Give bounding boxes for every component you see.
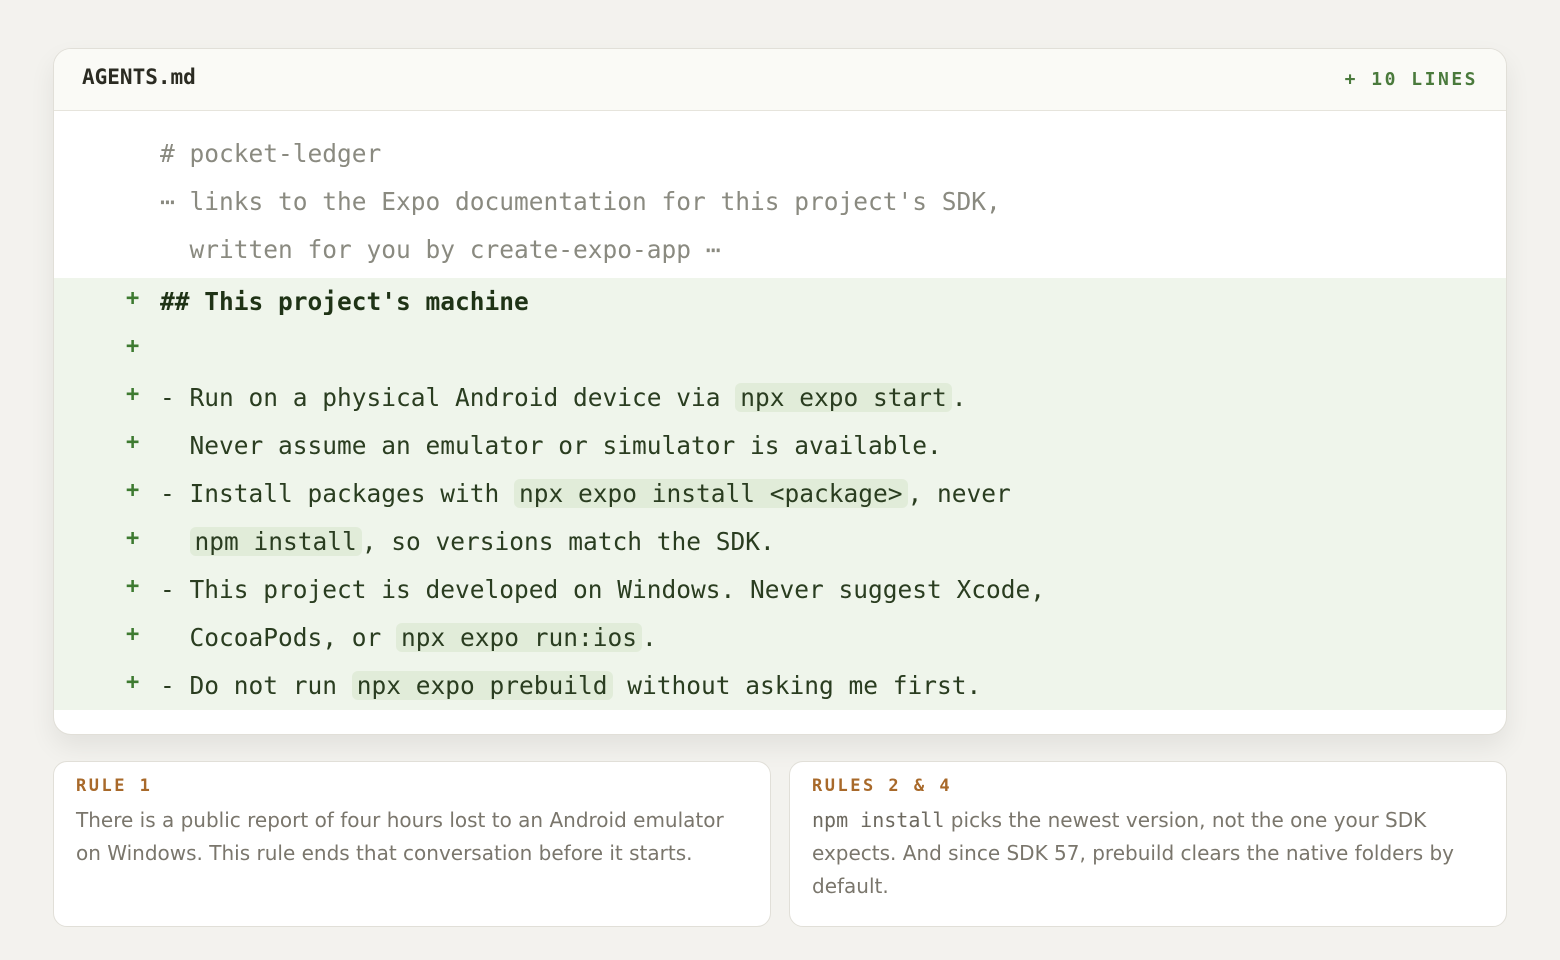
context-line: ⋯ links to the Expo documentation for th… xyxy=(54,177,1506,225)
note-body: There is a public report of four hours l… xyxy=(76,808,724,865)
line-text: - Install packages with xyxy=(160,479,515,508)
added-line: + xyxy=(54,326,1506,374)
diff-card: AGENTS.md + 10 LINES # pocket-ledger ⋯ l… xyxy=(53,48,1507,735)
line-text: Never assume an emulator or simulator is… xyxy=(160,431,942,460)
context-line-text: ⋯ links to the Expo documentation for th… xyxy=(160,187,1001,216)
added-marker: + xyxy=(126,622,140,647)
added-line: + CocoaPods, or npx expo run:ios. xyxy=(54,614,1506,662)
added-line-text: - Run on a physical Android device via n… xyxy=(160,383,967,412)
added-marker: + xyxy=(126,334,140,359)
line-text: without asking me first. xyxy=(612,671,982,700)
inline-code: npx expo prebuild xyxy=(351,671,613,700)
inline-code: npm install xyxy=(812,808,945,832)
line-text: . xyxy=(642,623,657,652)
note-label: RULE 1 xyxy=(76,776,153,796)
added-line-text: CocoaPods, or npx expo run:ios. xyxy=(160,623,657,652)
context-line-text: # pocket-ledger xyxy=(160,139,382,168)
added-line: + - Install packages with npx expo insta… xyxy=(54,470,1506,518)
line-text: CocoaPods, or xyxy=(160,623,397,652)
added-line: + Never assume an emulator or simulator … xyxy=(54,422,1506,470)
context-line: # pocket-ledger xyxy=(54,129,1506,177)
added-line: + ## This project's machine xyxy=(54,278,1506,326)
line-text xyxy=(160,527,190,556)
line-text: - Do not run xyxy=(160,671,352,700)
added-marker: + xyxy=(126,574,140,599)
added-line: + - Do not run npx expo prebuild without… xyxy=(54,662,1506,710)
added-line: + - Run on a physical Android device via… xyxy=(54,374,1506,422)
line-text: . xyxy=(951,383,967,412)
line-text: ## This project's machine xyxy=(160,287,529,316)
added-line-text: npm install, so versions match the SDK. xyxy=(160,527,775,556)
inline-code: npx expo start xyxy=(735,383,952,412)
diff-header: AGENTS.md + 10 LINES xyxy=(54,49,1506,111)
note-card-rule-1: RULE 1 There is a public report of four … xyxy=(53,761,771,927)
added-line-text: ## This project's machine xyxy=(160,287,529,316)
file-name: AGENTS.md xyxy=(82,65,196,89)
added-marker: + xyxy=(126,526,140,551)
added-marker: + xyxy=(126,478,140,503)
added-lines-block: + ## This project's machine + + - Run on… xyxy=(54,278,1506,710)
added-line-text: - Do not run npx expo prebuild without a… xyxy=(160,671,981,700)
note-label: RULES 2 & 4 xyxy=(812,776,953,796)
added-line-text: Never assume an emulator or simulator is… xyxy=(160,431,942,460)
inline-code: npm install xyxy=(189,527,362,556)
note-body: npm install picks the newest version, no… xyxy=(812,804,1484,903)
added-marker: + xyxy=(126,382,140,407)
added-marker: + xyxy=(126,430,140,455)
line-text: , so versions match the SDK. xyxy=(361,527,775,556)
line-text: - This project is developed on Windows. … xyxy=(160,575,1046,604)
note-card-rules-2-4: RULES 2 & 4 npm install picks the newest… xyxy=(789,761,1507,927)
added-line: + npm install, so versions match the SDK… xyxy=(54,518,1506,566)
line-text: - Run on a physical Android device via xyxy=(160,383,736,412)
line-text: , never xyxy=(907,479,1011,508)
added-lines-badge: + 10 LINES xyxy=(1344,69,1478,90)
added-line-text: - This project is developed on Windows. … xyxy=(160,575,1045,604)
context-line: written for you by create-expo-app ⋯ xyxy=(54,225,1506,273)
added-line: + - This project is developed on Windows… xyxy=(54,566,1506,614)
added-line-text: - Install packages with npx expo install… xyxy=(160,479,1011,508)
added-marker: + xyxy=(126,670,140,695)
added-marker: + xyxy=(126,286,140,311)
inline-code: npx expo run:ios xyxy=(396,623,643,652)
context-line-text: written for you by create-expo-app ⋯ xyxy=(160,235,721,264)
inline-code: npx expo install <package> xyxy=(514,479,908,508)
